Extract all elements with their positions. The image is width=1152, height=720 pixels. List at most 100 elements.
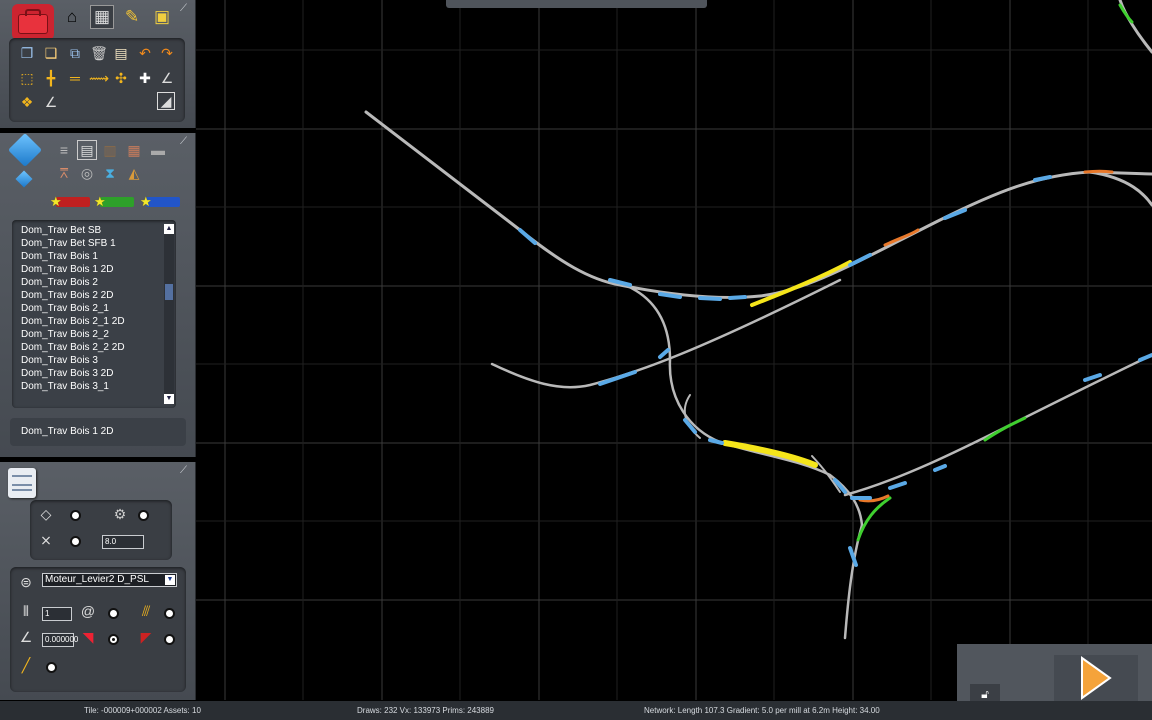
asset-list-item[interactable]: Dom_Trav Bois 3_1 — [12, 380, 176, 393]
asset-cube-icon[interactable] — [8, 133, 42, 167]
track-southeast — [843, 353, 1152, 497]
angle-icon[interactable]: ∠ — [157, 68, 177, 88]
junction-lever-icon: ⊜ — [20, 574, 32, 590]
track-type-2-icon[interactable]: ▤ — [77, 140, 97, 160]
asset-list[interactable]: Dom_Trav Bet SB Dom_Trav Bet SFB 1 Dom_Tra… — [12, 220, 176, 408]
spline-cross-radio[interactable] — [70, 536, 81, 547]
paste-icon[interactable]: ❑ — [41, 43, 61, 63]
paste-region-icon[interactable]: ⧉ — [65, 43, 85, 63]
properties-notepad-icon[interactable] — [8, 468, 36, 498]
highlight-orange-1 — [883, 228, 920, 247]
junction-icon[interactable]: ⧗ — [100, 163, 120, 183]
track-type-1-icon[interactable]: ≡ — [54, 140, 74, 160]
asset-list-item[interactable]: Dom_Trav Bois 2 2D — [12, 289, 176, 302]
top-collapsed-tab[interactable] — [446, 0, 707, 8]
highlight-orange-2 — [1083, 169, 1114, 174]
home-icon[interactable]: ⌂ — [60, 5, 84, 29]
asset-list-item[interactable]: Dom_Trav Bois 3 2D — [12, 367, 176, 380]
asset-list-item[interactable]: Dom_Trav Bois 3 — [12, 354, 176, 367]
track-type-4-icon[interactable]: ▦ — [124, 140, 144, 160]
pin-icon[interactable]: ⟋ — [180, 466, 190, 476]
signal-radio[interactable] — [108, 634, 119, 645]
delete-icon[interactable]: 🗑 — [89, 43, 109, 63]
scroll-up-icon[interactable]: ▲ — [164, 224, 174, 234]
marker-icon: ╱ — [21, 657, 31, 673]
undo-icon[interactable]: ↶ — [135, 43, 155, 63]
status-tile: Tile: -000009+000002 Assets: 10 — [84, 706, 201, 715]
filter-green-star[interactable]: ★ — [94, 194, 134, 209]
toolbox-icon[interactable] — [12, 4, 54, 40]
track-markers-2 — [598, 348, 1152, 567]
brush-size-icon[interactable]: ◢ — [157, 92, 175, 110]
spiral-radio[interactable] — [108, 608, 119, 619]
height-field[interactable]: 8.0 — [102, 535, 144, 549]
count-field[interactable]: 1 — [42, 607, 72, 621]
selected-asset-label: Dom_Trav Bois 1 2D — [10, 418, 186, 446]
join-icon[interactable]: ╋ — [41, 68, 61, 88]
asset-list-scrollbar[interactable]: ▲ ▼ — [164, 224, 174, 404]
angle-small-icon[interactable]: ∠ — [41, 92, 61, 112]
bundle-icon[interactable]: ❖ — [17, 92, 37, 112]
gear-icon: ⚙ — [113, 506, 127, 522]
train-icon[interactable]: ▣ — [150, 5, 174, 29]
status-draws: Draws: 232 Vx: 133973 Prims: 243889 — [357, 706, 494, 715]
tunnel-icon[interactable]: ◎ — [77, 163, 97, 183]
track-stretch-icon[interactable]: ⟿ — [89, 68, 109, 88]
splitter-icon[interactable]: ◭ — [124, 163, 144, 183]
highlight-yellow-2 — [722, 440, 818, 468]
buffer-radio[interactable] — [164, 634, 175, 645]
paint-brush-icon[interactable]: ✎ — [120, 5, 144, 29]
tool-grid: ❐ ❑ ⧉ 🗑 ▤ ↶ ↷ ⬚ ╋ ═ ⟿ ✣ ✚ ∠ ❖ ∠ ◢ — [9, 38, 185, 122]
track-network[interactable] — [364, 0, 1152, 640]
angle-icon: ∠ — [19, 629, 33, 645]
crosshair-icon[interactable]: ✚ — [135, 68, 155, 88]
asset-list-item[interactable]: Dom_Trav Bois 2_2 — [12, 328, 176, 341]
redo-icon[interactable]: ↷ — [157, 43, 177, 63]
track-main-curve — [364, 110, 1152, 299]
gear-radio[interactable] — [138, 510, 149, 521]
lever-dropdown-value: Moteur_Levier2 D_PSL — [45, 574, 149, 585]
asset-list-item[interactable]: Dom_Trav Bet SFB 1 — [12, 237, 176, 250]
split-icon[interactable]: ═ — [65, 68, 85, 88]
asset-list-item[interactable]: Dom_Trav Bois 1 — [12, 250, 176, 263]
asset-list-item[interactable]: Dom_Trav Bois 2 — [12, 276, 176, 289]
bridge-icon[interactable]: ⩞ — [54, 163, 74, 183]
copy-icon[interactable]: ❐ — [17, 43, 37, 63]
spline-curve-radio[interactable] — [70, 510, 81, 521]
asset-list-item[interactable]: Dom_Trav Bois 1 2D — [12, 263, 176, 276]
highlight-green-2 — [983, 416, 1027, 442]
status-bar: Tile: -000009+000002 Assets: 10 Draws: 2… — [0, 701, 1152, 720]
track-type-3-icon[interactable]: ▥ — [100, 140, 120, 160]
track-count-icon: ⦀ — [22, 603, 30, 619]
filter-red-star[interactable]: ★ — [50, 194, 90, 209]
rails-radio[interactable] — [164, 608, 175, 619]
track-branch-curve — [1088, 170, 1152, 207]
asset-list-item[interactable]: Dom_Trav Bois 2_1 — [12, 302, 176, 315]
lever-dropdown[interactable]: Moteur_Levier2 D_PSL ▼ — [42, 573, 177, 587]
asset-cube-small-icon[interactable] — [15, 170, 33, 188]
rails-icon: ⫻ — [141, 603, 151, 619]
angle-field[interactable]: 0.000000 — [42, 633, 78, 647]
chevron-down-icon[interactable]: ▼ — [165, 575, 175, 585]
spline-cross-icon: ⨯ — [40, 532, 52, 548]
track-top-right — [1118, 0, 1152, 54]
scroll-down-icon[interactable]: ▼ — [164, 394, 174, 404]
filter-blue-star[interactable]: ★ — [140, 194, 180, 209]
fine-adjust-icon[interactable]: ✣ — [111, 68, 131, 88]
spiral-icon: @ — [80, 603, 96, 619]
marker-radio[interactable] — [46, 662, 57, 673]
play-button[interactable] — [1054, 655, 1138, 701]
junction-settings: ⊜ Moteur_Levier2 D_PSL ▼ ⦀ 1 @ ⫻ ∠ 0.000… — [10, 567, 186, 692]
pin-icon[interactable]: ⟋ — [180, 4, 190, 14]
scroll-thumb[interactable] — [165, 284, 173, 300]
clone-icon[interactable]: ▤ — [111, 43, 131, 63]
highlight-green-3 — [1118, 3, 1134, 24]
status-network: Network: Length 107.3 Gradient: 5.0 per … — [644, 706, 880, 715]
select-region-icon[interactable]: ⬚ — [17, 68, 37, 88]
track-type-5-icon[interactable]: ▬ — [148, 140, 168, 160]
asset-list-item[interactable]: Dom_Trav Bois 2_1 2D — [12, 315, 176, 328]
track-grid-icon[interactable]: ▦ — [90, 5, 114, 29]
pin-icon[interactable]: ⟋ — [180, 137, 190, 147]
asset-list-item[interactable]: Dom_Trav Bois 2_2 2D — [12, 341, 176, 354]
asset-list-item[interactable]: Dom_Trav Bet SB — [12, 224, 176, 237]
